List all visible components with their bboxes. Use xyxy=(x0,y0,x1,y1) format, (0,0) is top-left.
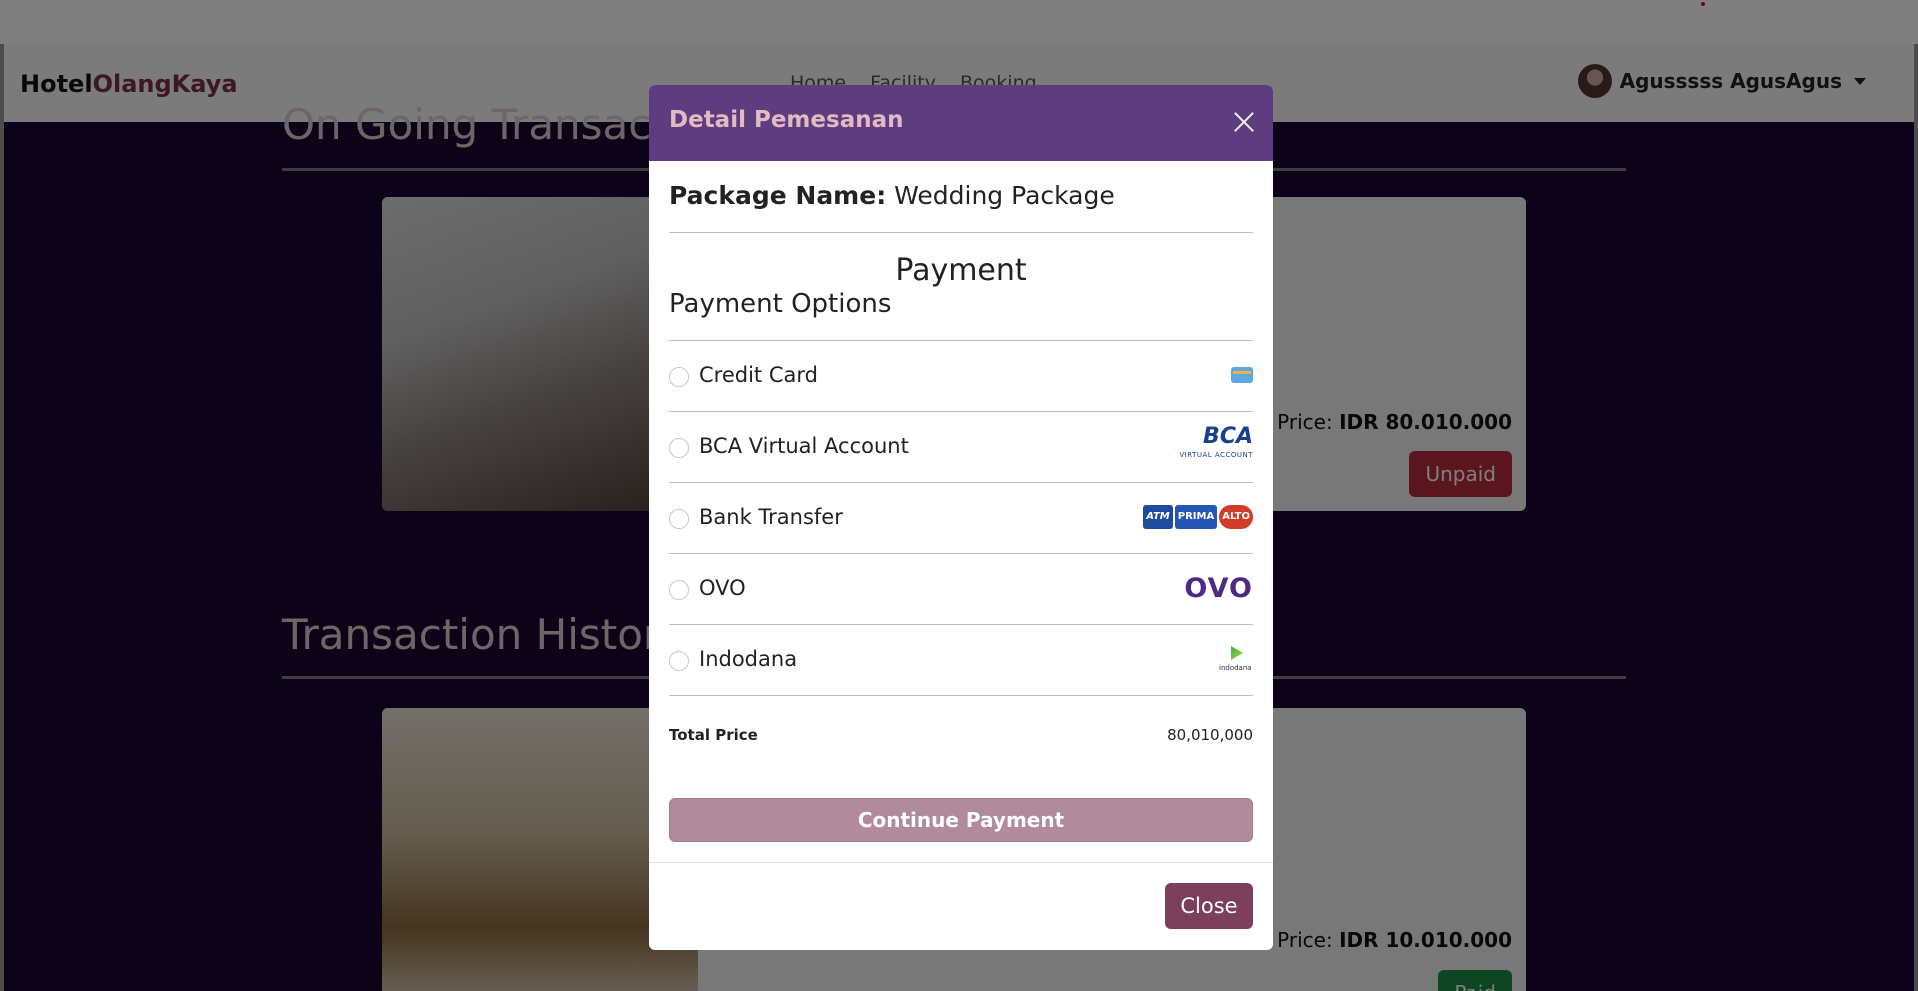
bca-logo-sub: VIRTUAL ACCOUNT xyxy=(1179,451,1253,459)
total-price-value: 80,010,000 xyxy=(1167,726,1253,744)
modal-footer-divider xyxy=(649,862,1273,863)
total-price-row: Total Price 80,010,000 xyxy=(669,726,1253,744)
radio-button[interactable] xyxy=(669,438,689,458)
package-name: Wedding Package xyxy=(894,181,1115,210)
payment-option-bank-transfer[interactable]: Bank Transfer ATM PRIMA ALTO xyxy=(669,483,1253,553)
option-label: Bank Transfer xyxy=(699,505,843,529)
payment-option-indodana[interactable]: Indodana indodana xyxy=(669,625,1253,695)
payment-option-bca[interactable]: BCA Virtual Account BCA VIRTUAL ACCOUNT xyxy=(669,412,1253,482)
radio-button[interactable] xyxy=(669,509,689,529)
ovo-logo-text: OVO xyxy=(1184,572,1253,604)
indodana-mark: indodana xyxy=(1219,646,1253,672)
divider xyxy=(669,232,1253,233)
credit-card-icon xyxy=(1231,357,1253,393)
payment-heading: Payment xyxy=(895,253,1027,288)
package-info: Package Name: Wedding Package xyxy=(669,181,1115,210)
bca-logo: BCA VIRTUAL ACCOUNT xyxy=(1179,426,1253,464)
indodana-logo-text: indodana xyxy=(1219,664,1252,672)
bank-logo-group: ATM PRIMA ALTO xyxy=(1143,505,1253,529)
option-label: Credit Card xyxy=(699,363,818,387)
bca-logo-text: BCA VIRTUAL ACCOUNT xyxy=(1179,426,1253,464)
close-icon[interactable] xyxy=(1231,109,1257,135)
payment-options-heading: Payment Options xyxy=(669,289,892,319)
radio-button[interactable] xyxy=(669,651,689,671)
divider xyxy=(669,695,1253,696)
indodana-logo: indodana xyxy=(1219,641,1253,677)
modal-header: Detail Pemesanan xyxy=(649,85,1273,161)
option-label: BCA Virtual Account xyxy=(699,434,909,458)
package-label: Package Name: xyxy=(669,181,887,210)
atm-bersama-logo: ATM xyxy=(1143,505,1173,529)
continue-payment-button[interactable]: Continue Payment xyxy=(669,798,1253,842)
bank-transfer-logos: ATM PRIMA ALTO xyxy=(1143,499,1253,535)
option-label: Indodana xyxy=(699,647,798,671)
prima-logo: PRIMA xyxy=(1174,505,1218,529)
alto-logo: ALTO xyxy=(1219,505,1253,529)
card-shape xyxy=(1231,367,1253,383)
booking-detail-modal: Detail Pemesanan Package Name: Wedding P… xyxy=(649,85,1273,950)
indodana-leaf-icon xyxy=(1231,646,1243,660)
modal-title: Detail Pemesanan xyxy=(669,107,904,133)
total-price-label: Total Price xyxy=(669,726,758,744)
radio-button[interactable] xyxy=(669,367,689,387)
option-label: OVO xyxy=(699,576,746,600)
radio-button[interactable] xyxy=(669,580,689,600)
close-button[interactable]: Close xyxy=(1165,883,1253,929)
ovo-logo: OVO xyxy=(1184,570,1253,606)
payment-option-ovo[interactable]: OVO OVO xyxy=(669,554,1253,624)
payment-option-credit-card[interactable]: Credit Card xyxy=(669,341,1253,411)
